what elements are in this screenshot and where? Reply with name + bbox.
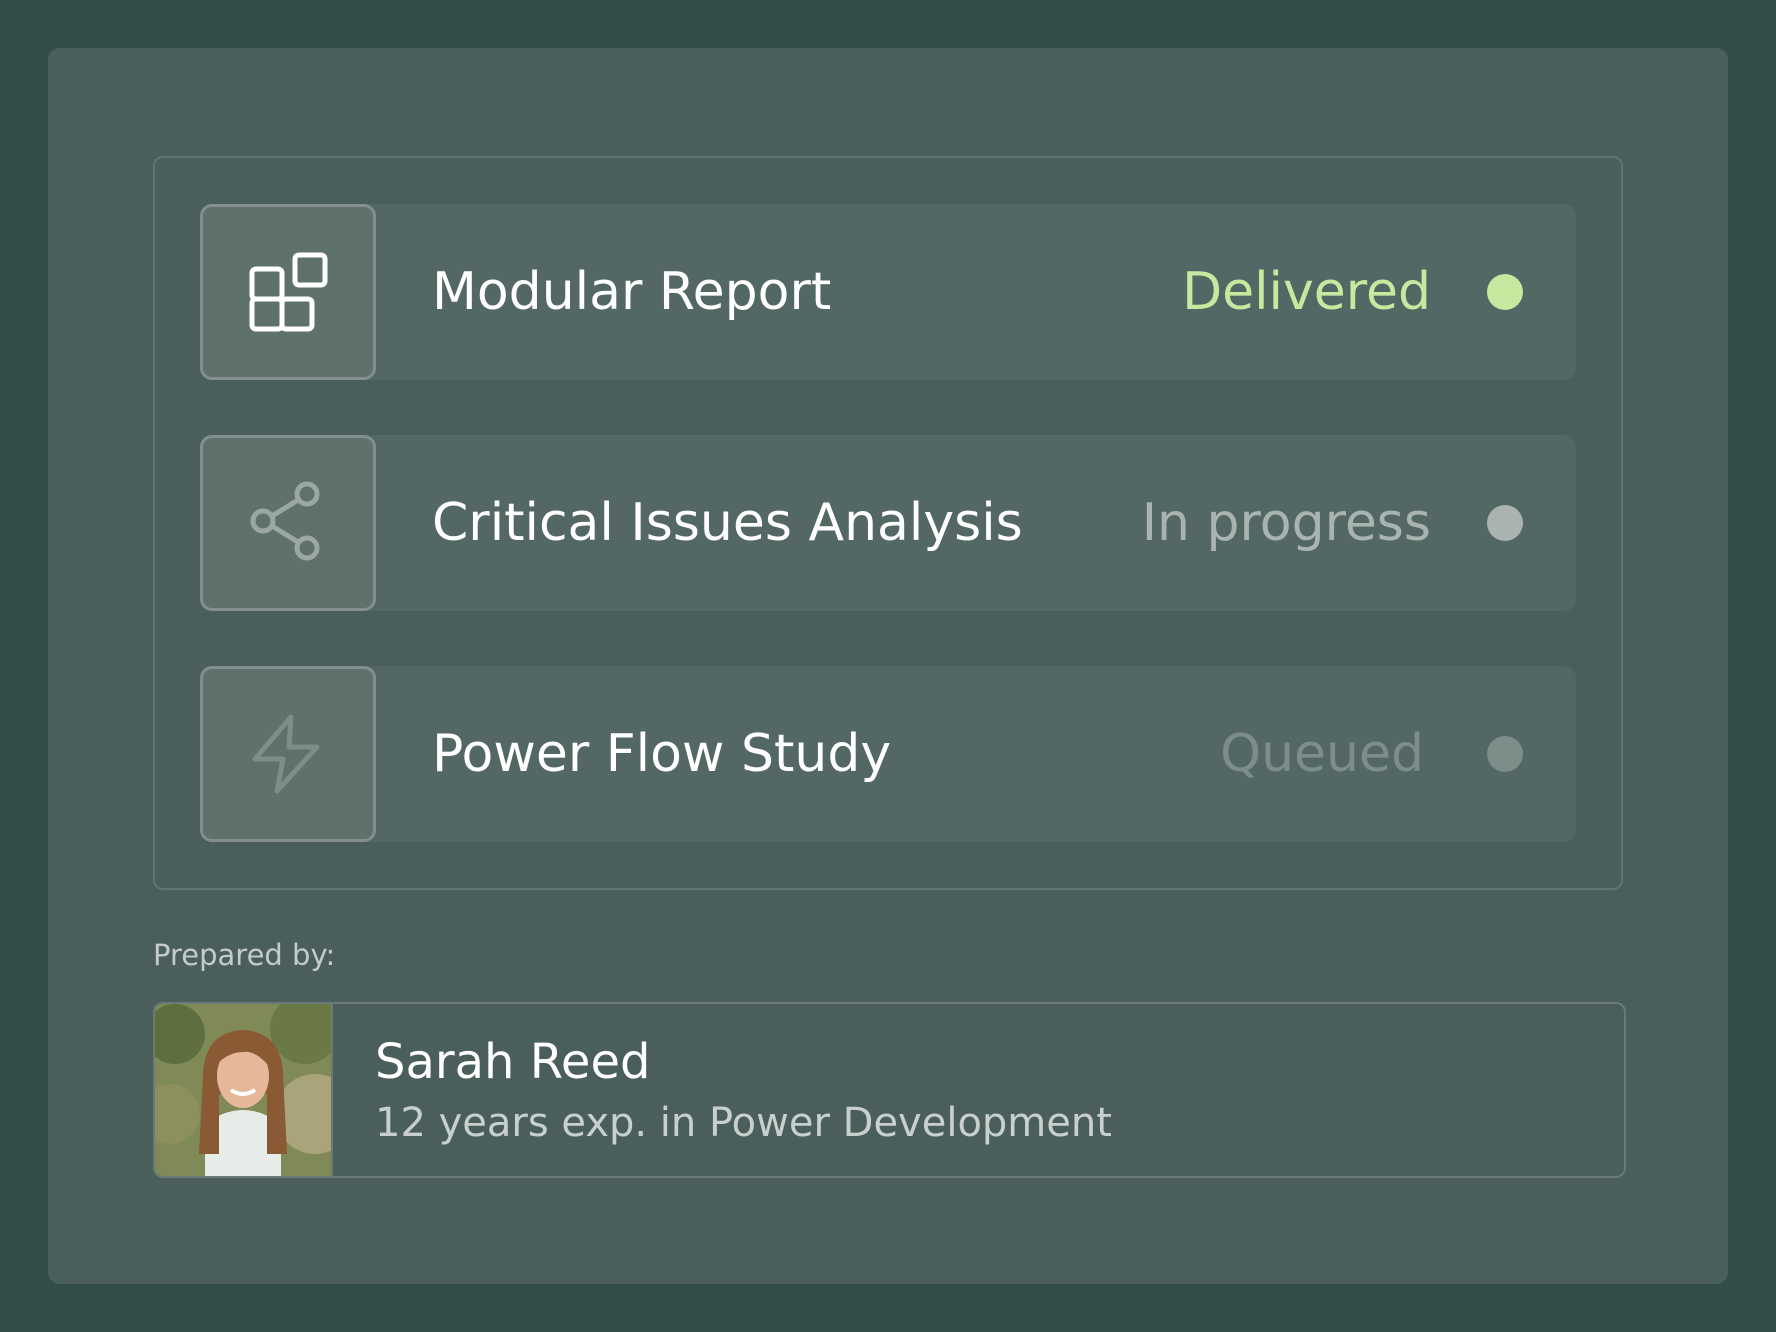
report-title: Power Flow Study	[432, 724, 892, 784]
share-icon	[250, 481, 320, 561]
modules-icon	[249, 252, 328, 332]
status-dot	[1487, 274, 1523, 310]
report-icon-box	[200, 204, 376, 380]
author-card: Sarah Reed 12 years exp. in Power Develo…	[153, 1002, 1626, 1178]
report-status: Delivered	[1182, 262, 1431, 322]
status-dot	[1487, 505, 1523, 541]
author-experience: 12 years exp. in Power Development	[375, 1100, 1112, 1146]
report-title: Modular Report	[432, 262, 832, 322]
avatar-photo	[155, 1004, 331, 1176]
report-row-modular-report[interactable]: Modular Report Delivered	[200, 204, 1576, 380]
lightning-icon	[252, 714, 320, 794]
report-row-critical-issues-analysis[interactable]: Critical Issues Analysis In progress	[200, 435, 1576, 611]
report-title: Critical Issues Analysis	[432, 493, 1023, 553]
report-row-power-flow-study[interactable]: Power Flow Study Queued	[200, 666, 1576, 842]
prepared-by-label: Prepared by:	[153, 938, 336, 972]
report-icon-box	[200, 435, 376, 611]
author-name: Sarah Reed	[375, 1034, 651, 1090]
report-status: Queued	[1220, 724, 1424, 784]
report-status: In progress	[1141, 493, 1431, 553]
status-dot	[1487, 736, 1523, 772]
avatar	[155, 1004, 333, 1176]
report-icon-box	[200, 666, 376, 842]
